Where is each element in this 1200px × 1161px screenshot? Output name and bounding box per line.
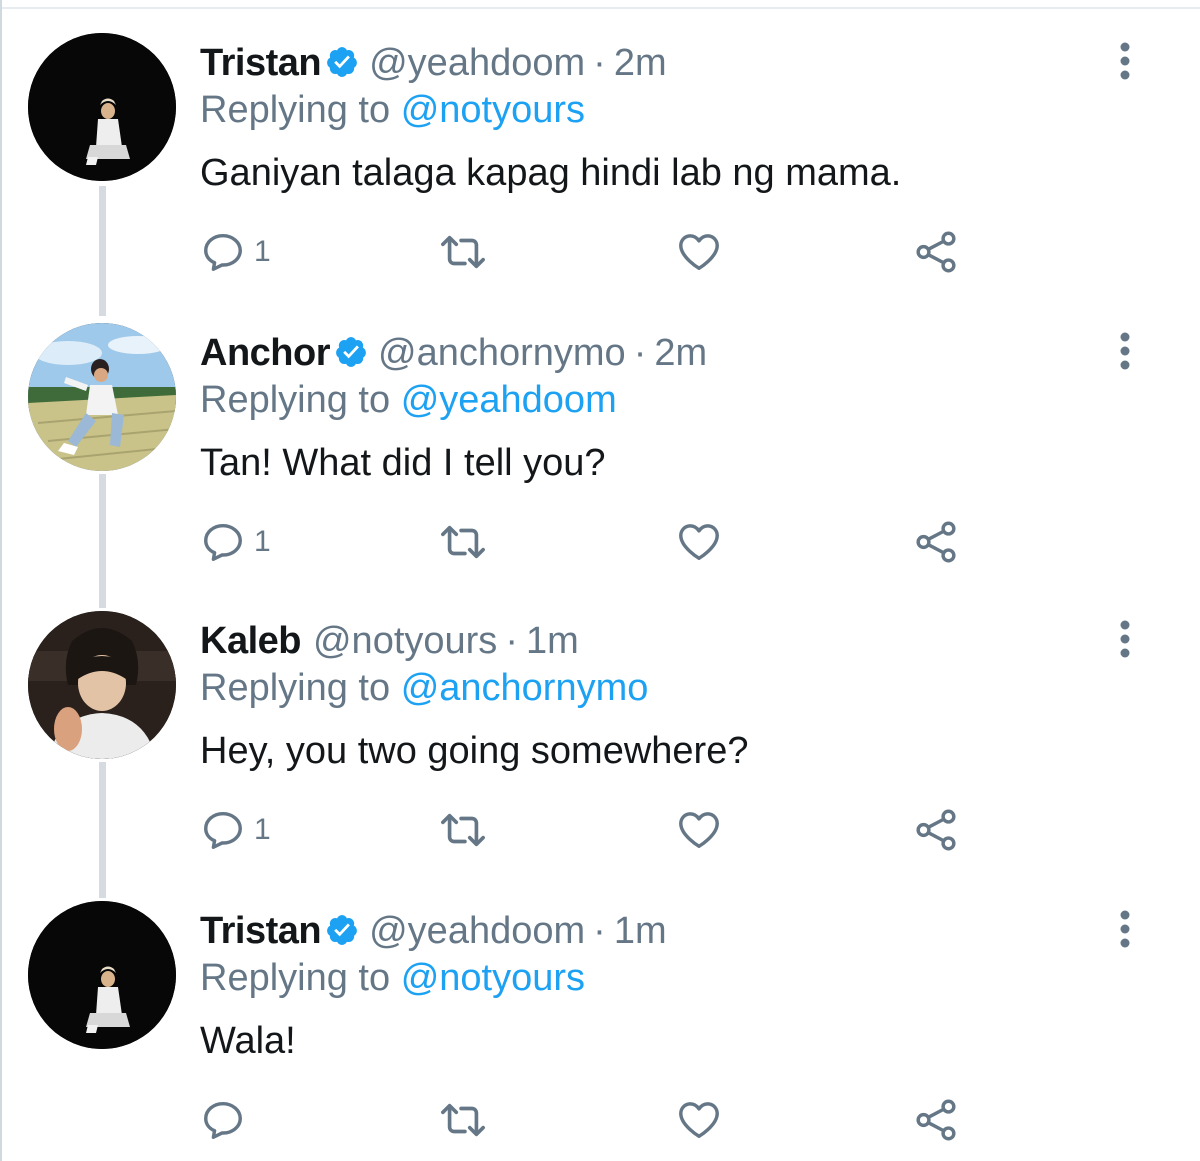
replying-to-line: Replying to @yeahdoom xyxy=(200,377,617,423)
like-button[interactable] xyxy=(676,518,722,566)
share-button[interactable] xyxy=(913,518,959,566)
tweet[interactable]: Kaleb @notyours · 1m Replying to @anchornym… xyxy=(0,578,1200,868)
like-button[interactable] xyxy=(676,806,722,854)
heart-icon xyxy=(679,234,719,271)
replying-mention-link[interactable]: @notyours xyxy=(401,89,585,131)
display-name[interactable]: Anchor xyxy=(200,332,331,374)
handle[interactable]: @yeahdoom xyxy=(369,910,585,952)
dark-person-avatar-icon xyxy=(28,901,176,1049)
retweet-button[interactable] xyxy=(438,1096,488,1144)
reply-button[interactable]: 1 xyxy=(200,518,271,566)
replying-prefix: Replying to xyxy=(200,89,391,131)
retweet-button[interactable] xyxy=(438,806,488,854)
tweet-text: Hey, you two going somewhere? xyxy=(200,730,749,772)
timestamp[interactable]: 1m xyxy=(614,910,667,952)
retweet-button[interactable] xyxy=(438,518,488,566)
verified-badge-icon xyxy=(336,337,366,367)
avatar[interactable] xyxy=(28,901,176,1049)
display-name[interactable]: Tristan xyxy=(200,910,322,952)
retweet-button[interactable] xyxy=(438,228,488,276)
retweet-icon xyxy=(441,1103,485,1137)
avatar[interactable] xyxy=(28,611,176,759)
replying-mention-link[interactable]: @yeahdoom xyxy=(401,379,617,421)
timestamp[interactable]: 2m xyxy=(614,42,667,84)
reply-icon xyxy=(204,811,242,849)
more-vertical-icon[interactable] xyxy=(1108,40,1142,82)
separator: · xyxy=(505,620,518,662)
share-button[interactable] xyxy=(913,1096,959,1144)
retweet-icon xyxy=(441,235,485,269)
share-icon xyxy=(916,521,956,563)
reply-icon xyxy=(204,233,242,271)
separator: · xyxy=(593,910,606,952)
retweet-icon xyxy=(441,525,485,559)
timestamp[interactable]: 2m xyxy=(654,332,707,374)
tweet[interactable]: Tristan @yeahdoom · 1m Replying to @notyour… xyxy=(0,868,1200,1158)
dark-person-avatar-icon xyxy=(28,33,176,181)
more-vertical-icon[interactable] xyxy=(1108,330,1142,372)
tweet-text: Tan! What did I tell you? xyxy=(200,442,606,484)
display-name[interactable]: Kaleb xyxy=(200,620,301,662)
replying-prefix: Replying to xyxy=(200,379,391,421)
handle[interactable]: @yeahdoom xyxy=(369,42,585,84)
replying-to-line: Replying to @notyours xyxy=(200,955,585,1001)
separator: · xyxy=(593,42,606,84)
avatar[interactable] xyxy=(28,33,176,181)
replying-prefix: Replying to xyxy=(200,667,391,709)
sky-rooftop-person-avatar-icon xyxy=(28,323,176,471)
reply-button[interactable]: 1 xyxy=(200,806,271,854)
share-icon xyxy=(916,231,956,273)
tweet-actions: 1 xyxy=(200,228,1000,276)
portrait-person-avatar-icon xyxy=(28,611,176,759)
share-button[interactable] xyxy=(913,228,959,276)
reply-count: 1 xyxy=(254,235,271,268)
replying-prefix: Replying to xyxy=(200,957,391,999)
replying-to-line: Replying to @anchornymo xyxy=(200,665,648,711)
share-button[interactable] xyxy=(913,806,959,854)
replying-to-line: Replying to @notyours xyxy=(200,87,585,133)
verified-badge-icon xyxy=(327,915,357,945)
timestamp[interactable]: 1m xyxy=(526,620,579,662)
reply-icon xyxy=(204,1101,242,1139)
reply-button[interactable]: 1 xyxy=(200,228,271,276)
share-icon xyxy=(916,809,956,851)
reply-count: 1 xyxy=(254,813,271,846)
separator: · xyxy=(633,332,647,374)
tweet-actions xyxy=(200,1096,1000,1144)
like-button[interactable] xyxy=(676,1096,722,1144)
display-name[interactable]: Tristan xyxy=(200,42,322,84)
more-vertical-icon[interactable] xyxy=(1108,618,1142,660)
share-icon xyxy=(916,1099,956,1141)
avatar[interactable] xyxy=(28,323,176,471)
handle[interactable]: @anchornymo xyxy=(378,332,626,374)
replying-mention-link[interactable]: @notyours xyxy=(401,957,585,999)
heart-icon xyxy=(679,812,719,849)
reply-icon xyxy=(204,523,242,561)
like-button[interactable] xyxy=(676,228,722,276)
tweet[interactable]: Tristan @yeahdoom · 2m Replying to @notyour… xyxy=(0,0,1200,290)
retweet-icon xyxy=(441,813,485,847)
tweet-text: Wala! xyxy=(200,1020,296,1062)
more-vertical-icon[interactable] xyxy=(1108,908,1142,950)
heart-icon xyxy=(679,1102,719,1139)
reply-count: 1 xyxy=(254,525,271,558)
replying-mention-link[interactable]: @anchornymo xyxy=(401,667,649,709)
tweet[interactable]: Anchor @anchornymo · 2m Replying to @yeahdo… xyxy=(0,290,1200,580)
tweet-actions: 1 xyxy=(200,518,1000,566)
handle[interactable]: @notyours xyxy=(313,620,497,662)
tweet-text: Ganiyan talaga kapag hindi lab ng mama. xyxy=(200,152,902,194)
verified-badge-icon xyxy=(327,47,357,77)
reply-button[interactable] xyxy=(200,1096,254,1144)
tweet-actions: 1 xyxy=(200,806,1000,854)
heart-icon xyxy=(679,524,719,561)
